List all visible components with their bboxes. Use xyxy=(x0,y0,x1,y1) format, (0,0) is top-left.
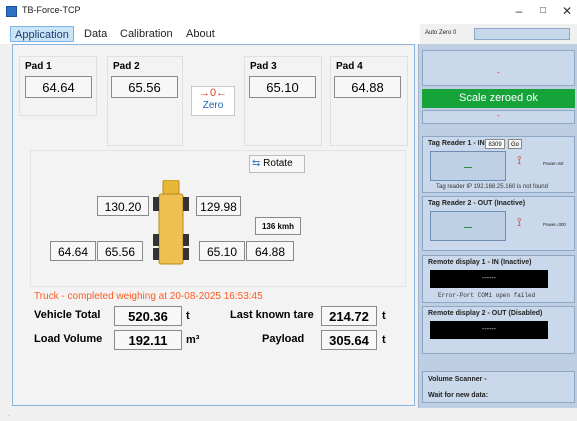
vehicle-total-unit: t xyxy=(186,310,190,322)
zero-button[interactable]: →0← Zero xyxy=(191,86,235,116)
pad-1-label: Pad 1 xyxy=(25,61,52,72)
maximize-button[interactable]: □ xyxy=(535,4,551,18)
scale-info-dash: - xyxy=(497,68,500,77)
axle-rear-2-value: 65.56 xyxy=(97,241,143,261)
rotate-label: Rotate xyxy=(263,158,293,169)
pad-4-label: Pad 4 xyxy=(336,61,363,72)
tag-reader-1-input[interactable]: 8309 xyxy=(485,139,505,149)
vehicle-total-value: 520.36 xyxy=(114,306,182,326)
window-title: TB-Force-TCP xyxy=(22,5,81,15)
axle-rear-3-value: 65.10 xyxy=(199,241,245,261)
axle-front-right-value: 129.98 xyxy=(196,196,241,216)
speed-display: 136 kmh xyxy=(255,217,301,235)
last-tare-unit: t xyxy=(382,310,386,322)
close-button[interactable]: ✕ xyxy=(559,4,575,18)
tag-reader-2-power: Power=300 xyxy=(543,222,566,227)
payload-unit: t xyxy=(382,334,386,346)
truck-icon xyxy=(153,180,189,265)
tag-reader-1-message: Tag reader IP 192.168.25.160 is not foun… xyxy=(436,184,548,190)
auto-zero-label: Auto Zero 0 xyxy=(425,30,457,36)
zero-label: Zero xyxy=(202,100,224,111)
tag-reader-2-display: – xyxy=(430,211,506,241)
truck-panel xyxy=(30,150,406,287)
load-volume-value: 192.11 xyxy=(114,330,182,350)
rotate-icon: ⇆ xyxy=(252,158,261,169)
load-volume-unit: m³ xyxy=(186,334,200,346)
status-bar: · xyxy=(8,413,10,419)
volume-scanner-title: Volume Scanner - xyxy=(428,376,487,383)
tag-reader-1-display: – xyxy=(430,151,506,181)
wait-new-data-label: Wait for new data: xyxy=(428,392,489,399)
app-icon xyxy=(6,6,17,17)
antenna-icon: ⟟ xyxy=(517,215,522,229)
pad-3-value: 65.10 xyxy=(249,76,316,98)
pad-2-value: 65.56 xyxy=(111,76,178,98)
auto-zero-progress xyxy=(474,28,570,40)
rotate-button[interactable]: ⇆ Rotate xyxy=(249,155,305,173)
axle-rear-4-value: 64.88 xyxy=(246,241,294,261)
menu-calibration[interactable]: Calibration xyxy=(116,26,177,42)
minimize-button[interactable]: – xyxy=(511,4,527,18)
menu-application[interactable]: Application xyxy=(10,26,74,42)
last-tare-value: 214.72 xyxy=(321,306,377,326)
remote-display-1-screen: ------ xyxy=(430,270,548,288)
remote-display-1-title: Remote display 1 - IN (Inactive) xyxy=(428,259,532,266)
remote-display-2-title: Remote display 2 - OUT (Disabled) xyxy=(428,310,543,317)
scale-status-banner: Scale zeroed ok xyxy=(422,89,575,108)
axle-rear-1-value: 64.64 xyxy=(50,241,96,261)
remote-display-2-screen: ------ xyxy=(430,321,548,339)
tag-reader-1-power: Power=50 xyxy=(543,161,564,166)
pad-4-value: 64.88 xyxy=(334,76,401,98)
title-bar xyxy=(0,0,577,24)
pad-2-label: Pad 2 xyxy=(113,61,140,72)
weighing-status-text: Truck - completed weighing at 20-08-2025… xyxy=(34,291,263,302)
tag-reader-1-title: Tag Reader 1 - IN xyxy=(428,140,485,147)
payload-label: Payload xyxy=(262,333,305,345)
menu-data[interactable]: Data xyxy=(80,26,111,42)
axle-front-left-value: 130.20 xyxy=(97,196,149,216)
load-volume-label: Load Volume xyxy=(34,333,103,345)
tag-reader-1-go-button[interactable]: Go xyxy=(508,139,522,149)
antenna-icon: ⟟ xyxy=(517,153,522,167)
tag-reader-2-title: Tag Reader 2 - OUT (Inactive) xyxy=(428,200,526,207)
zero-arrows-icon: →0← xyxy=(198,87,228,99)
menu-about[interactable]: About xyxy=(182,26,219,42)
vehicle-total-label: Vehicle Total xyxy=(34,309,101,321)
remote-display-1-error: Error-Port COM1 open failed xyxy=(438,292,536,299)
last-tare-label: Last known tare xyxy=(230,309,314,321)
pad-3-label: Pad 3 xyxy=(250,61,277,72)
scale-substatus-dash: - xyxy=(497,111,500,120)
pad-1-value: 64.64 xyxy=(25,76,92,98)
payload-value: 305.64 xyxy=(321,330,377,350)
